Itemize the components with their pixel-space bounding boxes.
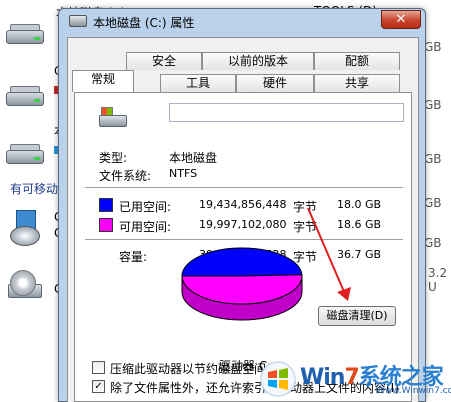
dvd-drive-icon[interactable] <box>6 270 44 304</box>
used-space-gb: 18.0 GB <box>337 198 382 211</box>
watermark: Win7系统之家 Www.Winwin7.com <box>256 356 451 402</box>
filesystem-label: 文件系统: <box>99 169 152 183</box>
pie-slice-used <box>181 247 303 277</box>
tab-label: 配额 <box>344 54 369 68</box>
tab-quota[interactable]: 配额 <box>314 52 400 70</box>
used-space-label: 已用空间: <box>119 200 172 214</box>
hard-drive-icon[interactable] <box>4 138 48 172</box>
size-fragment: GB <box>424 40 442 54</box>
tab-general[interactable]: 常规 <box>72 70 134 92</box>
compress-checkbox[interactable] <box>92 361 105 374</box>
windows-logo-icon <box>260 361 296 397</box>
size-fragment: GB <box>424 98 442 112</box>
drive-icon <box>69 15 87 27</box>
size-fragment: GB <box>424 152 442 166</box>
disk-cleanup-button[interactable]: 磁盘清理(D) <box>318 306 396 326</box>
tab-hardware[interactable]: 硬件 <box>236 74 314 92</box>
brand-win: Win <box>300 365 345 390</box>
volume-name-input[interactable] <box>169 103 404 122</box>
brand-seven: 7 <box>344 365 359 390</box>
type-value: 本地磁盘 <box>169 151 218 165</box>
tab-label: 常规 <box>90 72 115 86</box>
index-checkbox[interactable]: ✓ <box>92 380 105 393</box>
type-label: 类型: <box>99 151 128 165</box>
dialog-title: 本地磁盘 (C:) 属性 <box>93 16 195 30</box>
removable-storage-heading: 有可移动 <box>10 182 59 196</box>
tab-tools[interactable]: 工具 <box>160 74 236 92</box>
free-space-unit: 字节 <box>293 220 318 234</box>
filesystem-value: NTFS <box>169 167 198 180</box>
used-space-bytes: 19,434,856,448 <box>199 198 287 211</box>
title-bar[interactable]: 本地磁盘 (C:) 属性 ✕ <box>59 9 425 33</box>
tab-sharing[interactable]: 共享 <box>314 74 400 92</box>
tab-security[interactable]: 安全 <box>126 52 202 70</box>
tab-label: 硬件 <box>262 76 287 90</box>
local-disk-icon <box>99 107 129 131</box>
size-fragment: GB <box>424 236 442 250</box>
tab-previous-versions[interactable]: 以前的版本 <box>202 52 314 70</box>
removable-disk-icon[interactable] <box>8 206 44 248</box>
free-space-gb: 18.6 GB <box>337 218 382 231</box>
free-space-swatch <box>99 218 113 232</box>
tab-label: 共享 <box>344 76 369 90</box>
properties-dialog: 本地磁盘 (C:) 属性 ✕ 安全 以前的版本 配额 常规 工具 硬件 共享 类… <box>58 8 426 402</box>
size-fragment: GB <box>424 196 442 210</box>
used-space-swatch <box>99 198 113 212</box>
hard-drive-icon[interactable] <box>4 80 48 114</box>
capacity-label: 容量: <box>119 250 148 264</box>
size-fragment: 3.2 U <box>428 266 448 294</box>
tab-label: 安全 <box>151 54 176 68</box>
tab-label: 工具 <box>185 76 210 90</box>
watermark-url: Www.Winwin7.com <box>376 386 451 396</box>
used-space-unit: 字节 <box>293 200 318 214</box>
hard-drive-icon[interactable] <box>4 18 48 52</box>
capacity-gb: 36.7 GB <box>337 248 382 261</box>
close-button[interactable]: ✕ <box>381 10 421 29</box>
free-space-bytes: 19,997,102,080 <box>199 218 287 231</box>
dialog-content: 安全 以前的版本 配额 常规 工具 硬件 共享 类型: 本地磁盘 文件系统: N… <box>67 37 419 402</box>
divider <box>85 187 403 188</box>
disk-usage-pie <box>181 247 303 321</box>
free-space-label: 可用空间: <box>119 220 172 234</box>
tab-label: 以前的版本 <box>227 54 288 68</box>
checkmark-icon: ✓ <box>94 381 103 392</box>
close-icon: ✕ <box>395 12 407 27</box>
divider <box>85 239 403 240</box>
